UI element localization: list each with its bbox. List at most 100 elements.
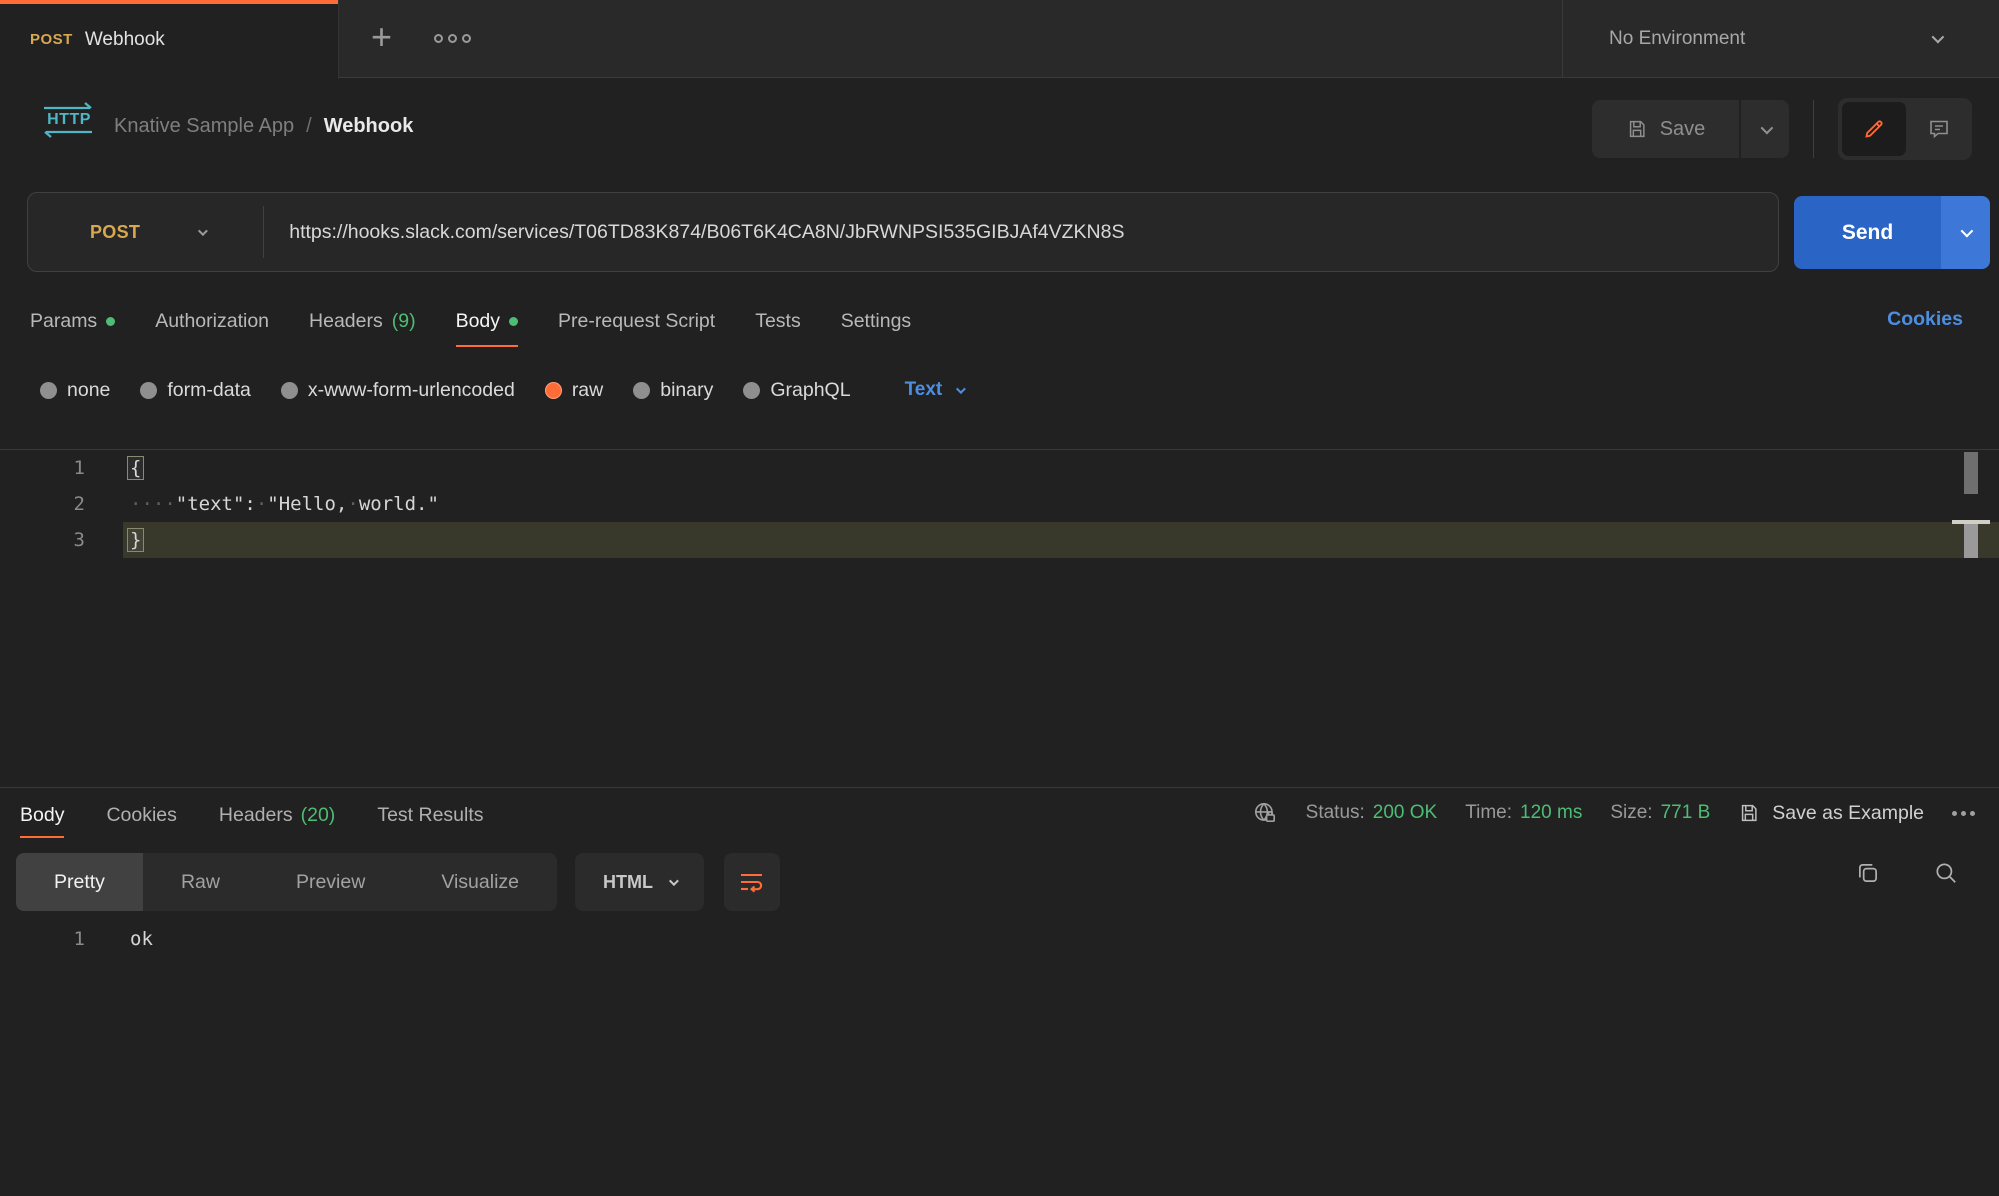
response-tab-test-results[interactable]: Test Results: [377, 792, 483, 838]
format-label: HTML: [603, 872, 653, 893]
response-text: ok: [123, 921, 1999, 957]
status-value: 200 OK: [1373, 802, 1437, 824]
chevron-down-icon: [1760, 121, 1773, 134]
language-label: Text: [905, 379, 943, 401]
raw-language-select[interactable]: Text: [905, 379, 964, 401]
save-options-button[interactable]: [1741, 100, 1789, 158]
tab-tests[interactable]: Tests: [755, 295, 801, 347]
headers-count-badge: (20): [301, 804, 336, 827]
request-body-editor[interactable]: 1 { 2 ····"text":·"Hello,·world." 3 }: [0, 449, 1999, 787]
tab-label: Pre-request Script: [558, 310, 715, 333]
url-input[interactable]: https://hooks.slack.com/services/T06TD83…: [289, 221, 1124, 244]
params-active-dot: [106, 317, 115, 326]
response-tabs: Body Cookies Headers (20) Test Results: [20, 792, 484, 838]
wrap-lines-button[interactable]: [724, 853, 780, 911]
wrap-lines-icon: [738, 870, 765, 895]
view-visualize-button[interactable]: Visualize: [403, 853, 557, 911]
http-badge-label: HTTP: [40, 111, 98, 129]
radio-icon: [743, 382, 760, 399]
response-tab-cookies[interactable]: Cookies: [106, 792, 176, 838]
view-pretty-button[interactable]: Pretty: [16, 853, 143, 911]
environment-label: No Environment: [1609, 28, 1745, 50]
body-mode-none[interactable]: none: [40, 379, 110, 402]
whitespace-dot: ·: [347, 493, 358, 515]
breadcrumb: Knative Sample App / Webhook: [114, 115, 413, 138]
tab-params[interactable]: Params: [30, 295, 115, 347]
tab-label: Headers: [309, 310, 383, 333]
edit-request-button[interactable]: [1842, 102, 1906, 156]
tab-method-badge: POST: [30, 31, 73, 48]
response-more-actions-icon[interactable]: [1952, 811, 1975, 816]
body-mode-form-data[interactable]: form-data: [140, 379, 250, 402]
editor-scrollbar-thumb[interactable]: [1964, 452, 1978, 494]
tab-label: Cookies: [106, 804, 176, 827]
status-label: Status:: [1306, 802, 1365, 824]
copy-icon[interactable]: [1855, 860, 1881, 886]
body-mode-x-www-form-urlencoded[interactable]: x-www-form-urlencoded: [281, 379, 515, 402]
save-button-label: Save: [1660, 118, 1706, 141]
environment-selector[interactable]: No Environment: [1562, 0, 1999, 77]
body-mode-raw[interactable]: raw: [545, 379, 603, 402]
body-active-dot: [509, 317, 518, 326]
save-as-example-button[interactable]: Save as Example: [1738, 802, 1924, 825]
tab-body[interactable]: Body: [456, 295, 518, 347]
view-preview-button[interactable]: Preview: [258, 853, 403, 911]
response-tools: [1855, 860, 1959, 886]
cookies-link[interactable]: Cookies: [1887, 308, 1963, 331]
chevron-down-icon[interactable]: [198, 226, 208, 236]
response-tab-body[interactable]: Body: [20, 792, 64, 838]
size-badge[interactable]: Size: 771 B: [1610, 802, 1710, 824]
url-divider: [263, 206, 264, 258]
request-tab-webhook[interactable]: POST Webhook: [0, 0, 339, 79]
tab-bar: POST Webhook + No Environment: [0, 0, 1999, 78]
search-icon[interactable]: [1933, 860, 1959, 886]
tab-label: Test Results: [377, 804, 483, 827]
view-label: Raw: [181, 871, 220, 894]
size-label: Size:: [1610, 802, 1652, 824]
view-raw-button[interactable]: Raw: [143, 853, 258, 911]
line-number: 2: [0, 493, 85, 515]
tab-title: Webhook: [85, 29, 165, 51]
new-tab-button[interactable]: +: [371, 19, 392, 55]
json-key: "text":: [176, 493, 256, 515]
line-number: 1: [0, 457, 85, 479]
view-segmented-control: Pretty Raw Preview Visualize: [16, 853, 557, 911]
editor-line: 1 {: [0, 450, 1999, 486]
radio-icon: [40, 382, 57, 399]
line-number: 3: [0, 529, 85, 551]
send-button[interactable]: Send: [1794, 196, 1941, 269]
http-request-icon: HTTP: [40, 102, 98, 138]
chevron-down-icon: [1932, 31, 1945, 44]
response-line: 1 ok: [0, 922, 1999, 956]
network-globe-lock-icon[interactable]: [1252, 800, 1278, 826]
headers-count-badge: (9): [392, 310, 416, 333]
response-body[interactable]: 1 ok: [0, 922, 1999, 956]
tab-settings[interactable]: Settings: [841, 295, 911, 347]
body-mode-graphql[interactable]: GraphQL: [743, 379, 850, 402]
body-mode-binary[interactable]: binary: [633, 379, 713, 402]
comment-icon: [1927, 117, 1951, 141]
format-select[interactable]: HTML: [575, 853, 704, 911]
tab-pre-request-script[interactable]: Pre-request Script: [558, 295, 715, 347]
tab-options-icon[interactable]: [434, 34, 471, 43]
tab-authorization[interactable]: Authorization: [155, 295, 269, 347]
response-tab-headers[interactable]: Headers (20): [219, 792, 335, 838]
view-label: Preview: [296, 871, 365, 894]
line-number: 1: [0, 928, 85, 950]
status-badge[interactable]: Status: 200 OK: [1306, 802, 1438, 824]
save-button[interactable]: Save: [1592, 100, 1739, 158]
breadcrumb-request-name[interactable]: Webhook: [324, 115, 414, 138]
send-options-button[interactable]: [1941, 196, 1990, 269]
editor-line-current: 3 }: [0, 522, 1999, 558]
comments-button[interactable]: [1906, 117, 1972, 141]
time-badge[interactable]: Time: 120 ms: [1465, 802, 1582, 824]
method-selector[interactable]: POST: [90, 222, 140, 243]
view-label: Visualize: [441, 871, 519, 894]
open-brace: {: [127, 456, 144, 480]
close-brace: }: [127, 528, 144, 552]
tab-headers[interactable]: Headers (9): [309, 295, 416, 347]
breadcrumb-collection[interactable]: Knative Sample App: [114, 115, 294, 138]
tab-label: Tests: [755, 310, 801, 333]
url-bar: POST https://hooks.slack.com/services/T0…: [27, 192, 1779, 272]
radio-icon: [633, 382, 650, 399]
